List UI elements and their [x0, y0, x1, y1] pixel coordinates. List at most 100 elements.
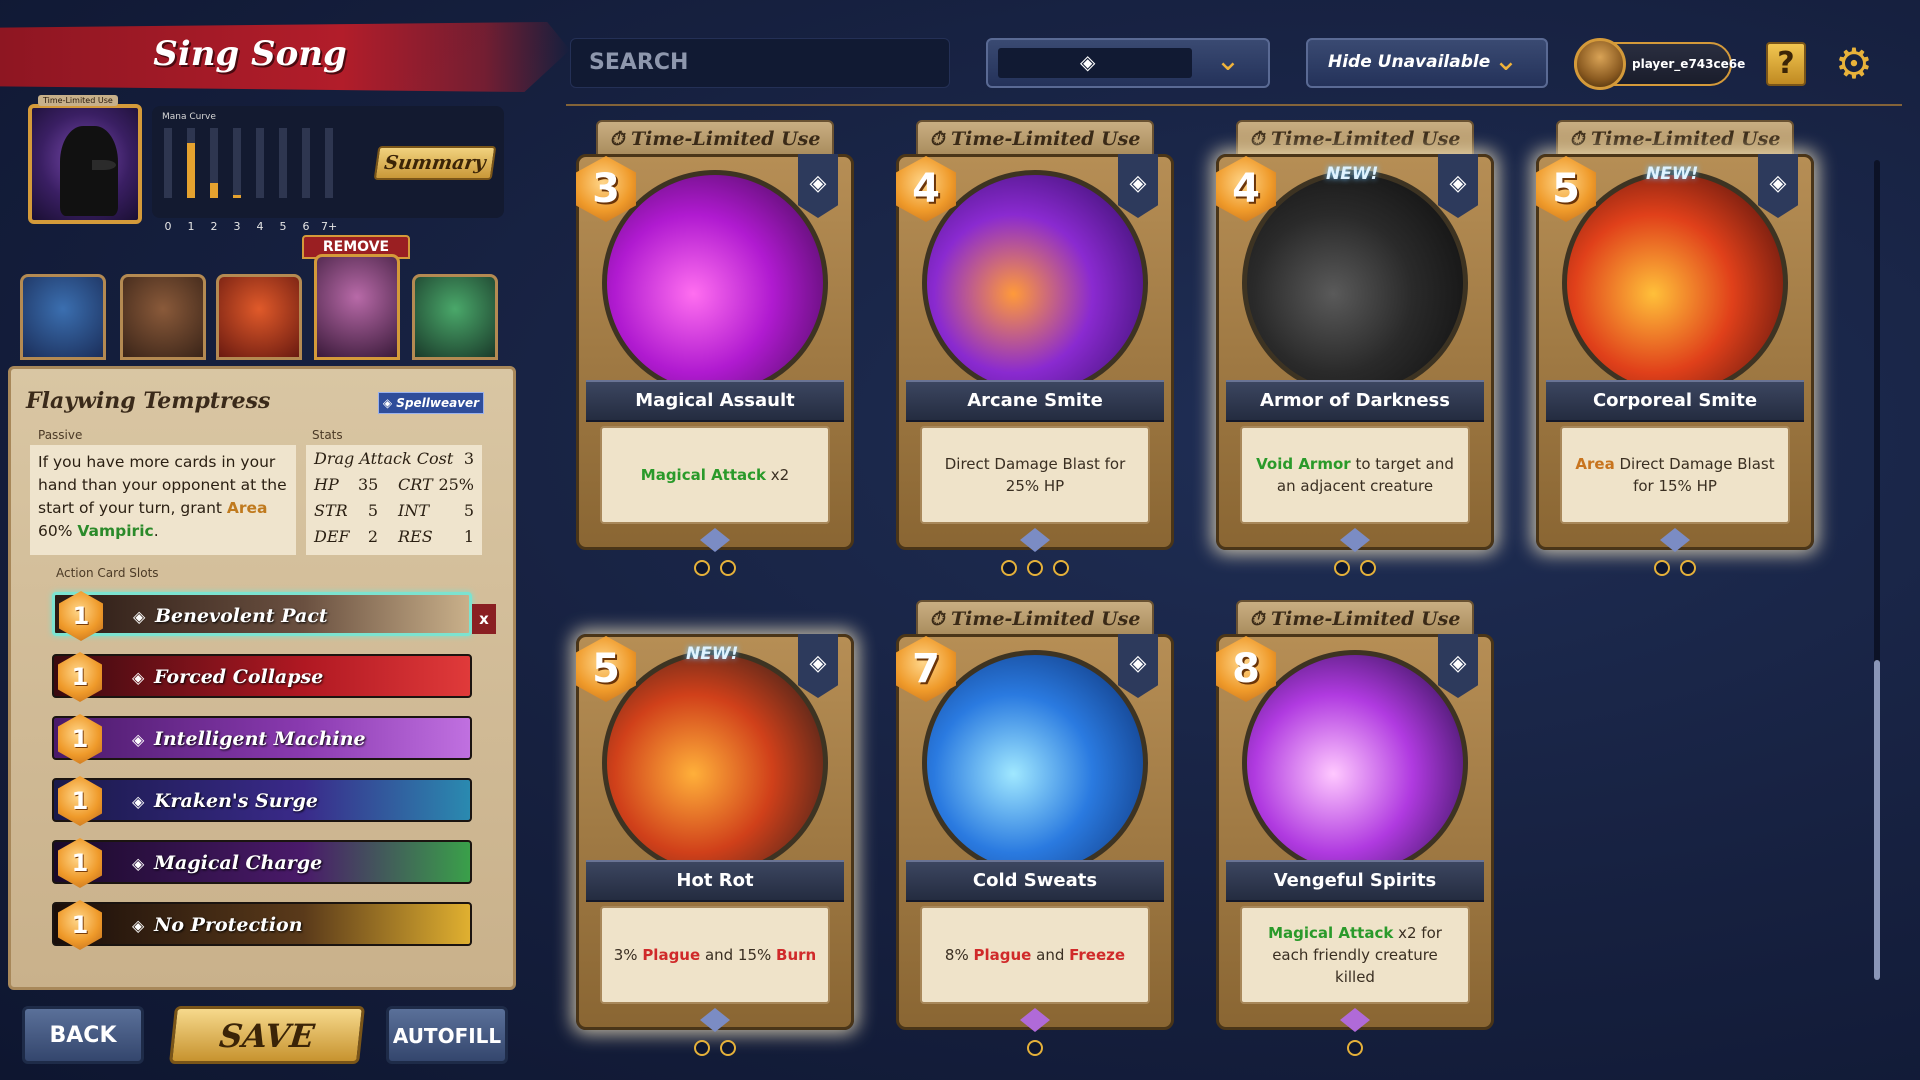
search-input[interactable]: SEARCH — [570, 38, 950, 88]
hero-class-label: Spellweaver — [396, 396, 480, 410]
mana-curve-bar — [256, 128, 264, 198]
clock-icon: ⏱ — [1249, 608, 1271, 630]
passive-text-end: . — [153, 522, 159, 540]
copy-dot — [1347, 1040, 1363, 1056]
card-description: Direct Damage Blast for 25% HP — [920, 426, 1150, 524]
spell-card[interactable]: 5 ◈ NEW! Hot Rot 3% Plague and 15% Burn — [576, 634, 854, 1032]
stat-hp-value: 35 — [358, 475, 379, 494]
help-button[interactable]: ? — [1766, 42, 1806, 86]
diamond-icon: ◈ — [1758, 154, 1798, 218]
copy-dot — [694, 560, 710, 576]
remove-action-card-button[interactable]: x — [472, 604, 496, 634]
card-time-limited-tab: ⏱ Time-Limited Use — [1556, 120, 1794, 158]
spell-card[interactable]: ⏱ Time-Limited Use 3 ◈ Magical Assault Magic… — [576, 120, 854, 552]
slot-cost-gem: 1 — [58, 838, 102, 888]
card-time-limited-tab: ⏱ Time-Limited Use — [1236, 120, 1474, 158]
action-card-slot[interactable]: 1 ◈ Benevolent Pact — [52, 591, 472, 641]
card-text: 3% — [613, 946, 643, 964]
card-keyword: Magical Attack — [640, 466, 767, 484]
mana-curve-tick: 0 — [164, 220, 172, 233]
card-name: Cold Sweats — [906, 860, 1164, 902]
clock-icon: ⏱ — [1569, 128, 1591, 150]
mana-curve-bar — [187, 128, 195, 198]
party-hero-row — [20, 254, 500, 364]
card-copy-indicators — [1216, 1040, 1494, 1060]
card-description-text: 8% Plague and Freeze — [945, 944, 1125, 966]
mana-curve-tick: 1 — [187, 220, 195, 233]
card-description-text: Area Direct Damage Blast for 15% HP — [1570, 453, 1780, 497]
new-badge: NEW! — [1646, 164, 1699, 184]
card-description: Magical Attack x2 — [600, 426, 830, 524]
stats-table: Drag Attack Cost 3 HP 35 CRT 25% STR 5 I… — [306, 445, 482, 555]
card-tab-label: Time-Limited Use — [950, 608, 1141, 630]
card-description: Void Armor to target and an adjacent cre… — [1240, 426, 1470, 524]
availability-filter-dropdown[interactable]: Hide Unavailable ⌄ — [1306, 38, 1548, 88]
spell-card[interactable]: ⏱ Time-Limited Use 5 ◈ NEW! Corporeal Smite A… — [1536, 120, 1814, 552]
save-button[interactable]: SAVE — [168, 1006, 366, 1064]
passive-area-keyword: Area — [226, 499, 268, 517]
stat-str-label: STR — [314, 501, 348, 520]
action-card-slot[interactable]: 1 ◈ No Protection — [52, 900, 472, 950]
mana-curve-bar — [164, 128, 172, 198]
card-keyword: Burn — [776, 946, 817, 964]
autofill-button[interactable]: AUTOFILL — [386, 1006, 508, 1064]
slot-card-name: No Protection — [154, 914, 303, 936]
copy-dot — [1360, 560, 1376, 576]
lizard-shaman-portrait[interactable] — [412, 274, 498, 360]
mana-curve-label: Mana Curve — [162, 112, 216, 122]
spell-card[interactable]: ⏱ Time-Limited Use 4 ◈ Arcane Smite Direct D… — [896, 120, 1174, 552]
diamond-icon: ◈ — [133, 607, 146, 626]
diamond-icon: ◈ — [1438, 634, 1478, 698]
mana-curve-bar — [325, 128, 333, 198]
phoenix-portrait[interactable] — [216, 274, 302, 360]
copy-dot — [694, 1040, 710, 1056]
gear-icon[interactable]: ⚙ — [1832, 42, 1876, 86]
card-copy-indicators — [576, 560, 854, 580]
mana-curve-bar — [302, 128, 310, 198]
card-text: x2 — [766, 466, 790, 484]
chevron-down-icon: ⌄ — [1215, 43, 1241, 78]
spell-card[interactable]: ⏱ Time-Limited Use 7 ◈ Cold Sweats 8% Plague… — [896, 600, 1174, 1032]
passive-text-mid: 60% — [38, 522, 78, 540]
card-description: Area Direct Damage Blast for 15% HP — [1560, 426, 1790, 524]
element-filter-dropdown[interactable]: ◈ ⌄ — [986, 38, 1270, 88]
spell-card[interactable]: ⏱ Time-Limited Use 4 ◈ NEW! Armor of Darknes… — [1216, 120, 1494, 552]
diamond-icon: ◈ — [1080, 50, 1096, 74]
card-name: Armor of Darkness — [1226, 380, 1484, 422]
mana-curve-tick: 4 — [256, 220, 264, 233]
stat-crt-value: 25% — [438, 475, 474, 494]
diamond-icon: ◈ — [798, 154, 838, 218]
slot-cost-gem: 1 — [59, 591, 103, 641]
drag-attack-cost-label: Drag Attack Cost — [314, 449, 454, 468]
card-keyword: Plague — [973, 946, 1032, 964]
action-card-slots-label: Action Card Slots — [56, 566, 159, 580]
diamond-icon: ◈ — [132, 792, 145, 811]
copy-dot — [1680, 560, 1696, 576]
player-profile-badge[interactable]: player_e743ce6e — [1574, 38, 1745, 90]
copy-dot — [1001, 560, 1017, 576]
deck-title[interactable]: Sing Song — [120, 34, 380, 74]
scrollbar-thumb[interactable] — [1874, 660, 1880, 980]
back-button[interactable]: BACK — [22, 1006, 144, 1064]
card-name: Magical Assault — [586, 380, 844, 422]
spell-card[interactable]: ⏱ Time-Limited Use 8 ◈ Vengeful Spirits Magi… — [1216, 600, 1494, 1032]
card-tab-label: Time-Limited Use — [1270, 128, 1461, 150]
slot-card-name: Benevolent Pact — [155, 605, 328, 627]
dragon-portrait[interactable] — [20, 274, 106, 360]
card-description: Magical Attack x2 for each friendly crea… — [1240, 906, 1470, 1004]
action-card-slot[interactable]: 1 ◈ Intelligent Machine — [52, 714, 472, 764]
new-badge: NEW! — [1326, 164, 1379, 184]
card-copy-indicators — [896, 1040, 1174, 1060]
action-card-slot[interactable]: 1 ◈ Kraken's Surge — [52, 776, 472, 826]
card-name: Corporeal Smite — [1546, 380, 1804, 422]
boar-warrior-portrait[interactable] — [120, 274, 206, 360]
action-card-slot[interactable]: 1 ◈ Forced Collapse — [52, 652, 472, 702]
mana-curve-bar — [210, 128, 218, 198]
action-card-slot[interactable]: 1 ◈ Magical Charge — [52, 838, 472, 888]
stat-def-label: DEF — [314, 527, 350, 546]
hero-portrait[interactable] — [28, 104, 142, 224]
mana-curve-fill — [233, 194, 241, 198]
summary-button[interactable]: Summary — [373, 146, 497, 180]
diamond-icon: ◈ — [1118, 154, 1158, 218]
temptress-portrait[interactable] — [314, 254, 400, 360]
